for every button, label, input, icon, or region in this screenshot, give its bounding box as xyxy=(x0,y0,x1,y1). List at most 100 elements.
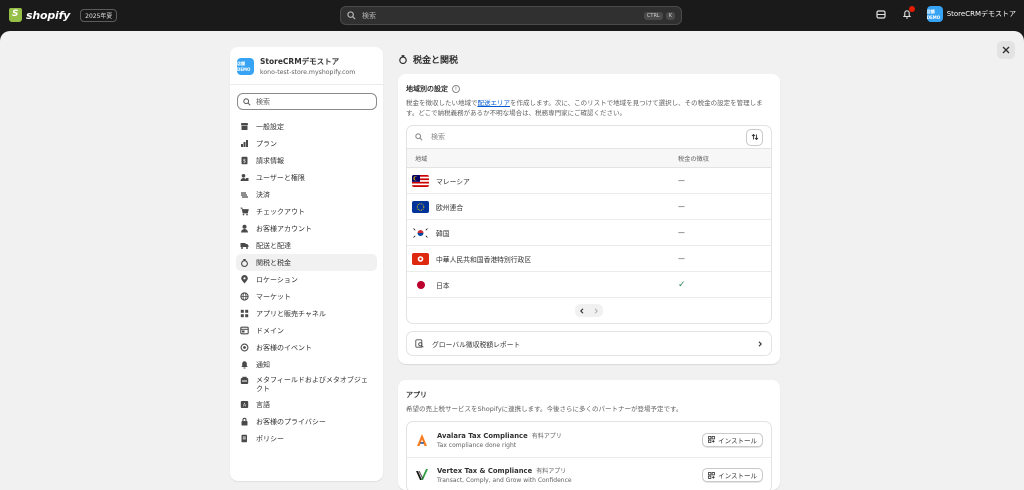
sidebar-item-customer-accounts[interactable]: お客様アカウント xyxy=(236,220,377,237)
regions-search-input[interactable]: 検索 xyxy=(407,126,771,148)
sidebar-item-label: 決済 xyxy=(256,190,270,199)
person-icon xyxy=(240,224,249,233)
shopify-logo[interactable]: shopify 2025年夏 xyxy=(9,8,118,22)
lock-icon xyxy=(240,417,249,426)
apps-icon xyxy=(708,471,716,479)
sidebar-item-privacy[interactable]: お客様のプライバシー xyxy=(236,413,377,430)
pagination xyxy=(407,298,771,323)
malaysia-flag-icon xyxy=(412,174,429,187)
tax-bag-icon xyxy=(399,55,407,64)
sidebar-item-billing[interactable]: $ 請求情報 xyxy=(236,152,377,169)
sidebar-item-label: ドメイン xyxy=(256,326,284,335)
sidebar-item-markets[interactable]: マーケット xyxy=(236,288,377,305)
sidebar-item-label: チェックアウト xyxy=(256,207,305,216)
search-icon xyxy=(243,97,251,106)
store-menu-button[interactable]: 店舗DEMO StoreCRMデモストア xyxy=(926,6,1016,22)
install-button[interactable]: インストール xyxy=(702,432,763,447)
sidebar-item-notifications[interactable]: 通知 xyxy=(236,356,377,373)
sidebar-item-domains[interactable]: ドメイン xyxy=(236,322,377,339)
region-name: 日本 xyxy=(436,281,450,290)
sort-button[interactable] xyxy=(746,128,763,146)
table-row[interactable]: 日本 ✓ xyxy=(407,272,771,298)
events-icon xyxy=(240,343,249,352)
chevron-right-icon xyxy=(594,307,598,314)
policy-icon xyxy=(240,434,249,443)
settings-sidebar: 店舗DEMO StoreCRMデモストア kono-test-store.mys… xyxy=(230,47,383,481)
payments-icon xyxy=(240,190,249,199)
truck-icon xyxy=(240,241,249,250)
app-subtitle: Transact, Comply, and Grow with Confiden… xyxy=(437,477,572,484)
sidebar-item-plan[interactable]: プラン xyxy=(236,135,377,152)
list-item[interactable]: Vertex Tax & Compliance 有料アプリ Transact, C… xyxy=(407,457,771,490)
sidebar-item-label: ロケーション xyxy=(256,275,298,284)
collection-status: — xyxy=(678,228,685,237)
region-name: 中華人民共和国香港特別行政区 xyxy=(436,255,532,264)
next-page-button[interactable] xyxy=(589,304,603,317)
install-button[interactable]: インストール xyxy=(702,468,763,482)
table-header: 地域 税金の徴収 xyxy=(407,148,771,168)
table-row[interactable]: 欧州連合 — xyxy=(407,194,771,220)
globe-icon xyxy=(240,292,249,301)
sidebar-item-apps[interactable]: アプリと販売チャネル xyxy=(236,305,377,322)
app-name: Avalara Tax Compliance 有料アプリ xyxy=(437,431,694,440)
close-button[interactable] xyxy=(997,41,1015,59)
sidebar-item-label: アプリと販売チャネル xyxy=(256,309,326,318)
notification-badge xyxy=(908,6,915,12)
shipping-zones-link[interactable]: 配送エリア xyxy=(478,99,511,107)
apps-icon xyxy=(240,309,249,318)
sidebar-item-checkout[interactable]: チェックアウト xyxy=(236,203,377,220)
notification-bell-icon[interactable] xyxy=(901,6,915,20)
sidebar-item-taxes[interactable]: 関税と税金 xyxy=(236,254,377,271)
location-icon xyxy=(240,275,249,284)
previous-page-button[interactable] xyxy=(575,304,589,317)
table-row[interactable]: マレーシア — xyxy=(407,168,771,194)
list-item[interactable]: Avalara Tax Compliance 有料アプリ Tax complian… xyxy=(407,422,771,457)
inbox-icon[interactable] xyxy=(875,8,887,20)
app-name: Vertex Tax & Compliance 有料アプリ xyxy=(437,466,694,475)
page-title-text: 税金と関税 xyxy=(413,55,459,66)
sidebar-item-locations[interactable]: ロケーション xyxy=(236,271,377,288)
store-icon xyxy=(240,122,249,131)
sidebar-item-shipping[interactable]: 配送と配達 xyxy=(236,237,377,254)
sidebar-item-users[interactable]: ユーザーと権限 xyxy=(236,169,377,186)
settings-content: 税金と関税 地域別の設定 i 税金を徴収したい地域で配送エリアを作成します。次に… xyxy=(398,47,780,490)
close-icon xyxy=(1002,46,1010,54)
table-row[interactable]: 韓国 — xyxy=(407,220,771,246)
global-search-input[interactable]: 検索 CTRL K xyxy=(340,6,682,25)
sidebar-item-label: メタフィールドおよびメタオブジェクト xyxy=(256,376,368,393)
hong-kong-flag-icon xyxy=(412,252,429,265)
sidebar-item-label: プラン xyxy=(256,139,277,148)
sidebar-item-label: ポリシー xyxy=(256,434,284,443)
edition-badge[interactable]: 2025年夏 xyxy=(80,8,118,22)
users-icon xyxy=(240,173,249,182)
store-avatar: 店舗DEMO xyxy=(926,6,943,22)
sidebar-item-payments[interactable]: 決済 xyxy=(236,186,377,203)
sidebar-item-label: 通知 xyxy=(256,360,270,369)
settings-nav: 一般設定 プラン $ 請求情報 ユーザーと権限 決済 チェックアウト お客様アカウ… xyxy=(230,118,383,447)
info-icon[interactable]: i xyxy=(452,85,460,93)
shortcut-k-key: K xyxy=(665,11,675,20)
sidebar-item-general[interactable]: 一般設定 xyxy=(236,118,377,135)
install-button-label: インストール xyxy=(718,472,757,480)
global-tax-report-link[interactable]: グローバル徴収税額レポート xyxy=(406,331,772,356)
column-header-region: 地域 xyxy=(415,155,428,163)
apps-icon xyxy=(708,436,716,443)
sidebar-item-policies[interactable]: ポリシー xyxy=(236,430,377,447)
table-row[interactable]: 中華人民共和国香港特別行政区 — xyxy=(407,246,771,272)
app-tag: 有料アプリ xyxy=(531,432,562,440)
settings-search-placeholder: 検索 xyxy=(256,97,270,106)
sidebar-item-label: 配送と配達 xyxy=(256,241,291,250)
sidebar-item-languages[interactable]: A 言語 xyxy=(236,396,377,413)
sidebar-item-metafields[interactable]: メタフィールドおよびメタオブジェクト xyxy=(236,373,377,396)
avalara-logo-icon xyxy=(415,433,429,447)
sidebar-item-label: お客様アカウント xyxy=(256,224,312,233)
store-avatar: 店舗DEMO xyxy=(237,57,254,75)
settings-search-input[interactable]: 検索 xyxy=(237,93,377,110)
sidebar-item-customer-events[interactable]: お客様のイベント xyxy=(236,339,377,356)
report-label: グローバル徴収税額レポート xyxy=(432,340,521,349)
collection-status: — xyxy=(678,202,685,211)
regions-table: 検索 地域 税金の徴収 マレーシア — 欧州連合 — 韓国 — 中華人民共和国香… xyxy=(406,125,772,324)
sidebar-item-label: 一般設定 xyxy=(256,122,284,131)
sidebar-item-label: マーケット xyxy=(256,292,291,301)
apps-list: Avalara Tax Compliance 有料アプリ Tax complian… xyxy=(406,421,772,490)
